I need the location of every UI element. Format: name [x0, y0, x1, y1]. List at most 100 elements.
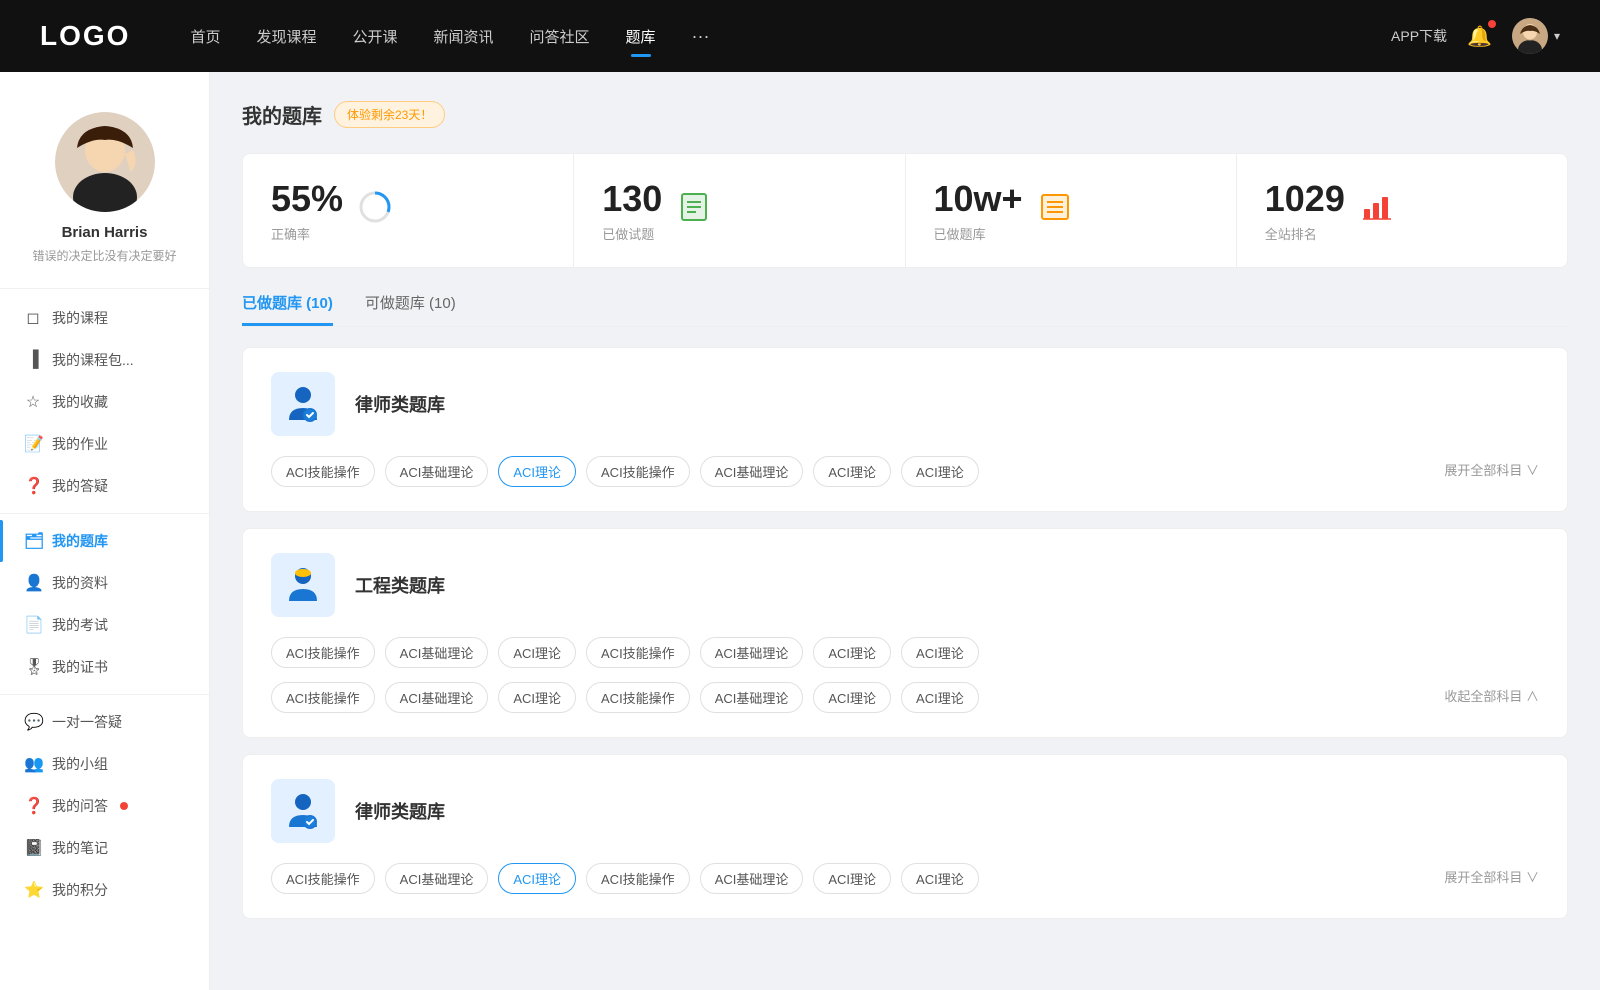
nav-news[interactable]: 新闻资讯	[434, 22, 494, 51]
profile-name: Brian Harris	[16, 224, 193, 241]
tag-1r2-3[interactable]: ACI技能操作	[586, 682, 690, 713]
notification-bell[interactable]: 🔔	[1467, 24, 1492, 49]
rank-label: 全站排名	[1265, 224, 1345, 243]
tag-1-4[interactable]: ACI基础理论	[700, 637, 804, 668]
stat-accuracy-info: 55% 正确率	[271, 178, 343, 243]
user-avatar-menu[interactable]: ▾	[1512, 18, 1560, 54]
logo[interactable]: LOGO	[40, 20, 130, 52]
tags-row-2b: ACI技能操作 ACI基础理论 ACI理论 ACI技能操作 ACI基础理论 AC…	[271, 678, 1539, 713]
tag-2-1[interactable]: ACI基础理论	[385, 863, 489, 894]
sidebar-item-my-questions[interactable]: ❓ 我的问答	[0, 785, 209, 827]
sidebar-item-certificate[interactable]: 🎖 我的证书	[0, 646, 209, 688]
menu-divider-2	[0, 694, 209, 695]
tag-1r2-2[interactable]: ACI理论	[498, 682, 576, 713]
lawyer-bank-name-2: 律师类题库	[355, 798, 445, 824]
sidebar-item-group[interactable]: 👥 我的小组	[0, 743, 209, 785]
lawyer-bank-icon-2	[271, 779, 335, 843]
collapse-link-2[interactable]: 收起全部科目 ∧	[1444, 686, 1539, 705]
menu-divider-1	[0, 513, 209, 514]
tags-container-2b: ACI技能操作 ACI基础理论 ACI理论 ACI技能操作 ACI基础理论 AC…	[271, 682, 979, 713]
nav-qa[interactable]: 问答社区	[530, 22, 590, 51]
tag-2-0[interactable]: ACI技能操作	[271, 863, 375, 894]
tags-container-1: ACI技能操作 ACI基础理论 ACI理论 ACI技能操作 ACI基础理论 AC…	[271, 456, 979, 487]
expand-link-1[interactable]: 展开全部科目 ∨	[1444, 460, 1539, 479]
chevron-down-icon: ▾	[1554, 29, 1560, 43]
sidebar-menu: ◻ 我的课程 ▐ 我的课程包... ☆ 我的收藏 📝 我的作业 ❓ 我的答疑 🗂	[0, 289, 209, 919]
tag-1r2-5[interactable]: ACI理论	[813, 682, 891, 713]
accuracy-value: 55%	[271, 178, 343, 220]
tag-2-3[interactable]: ACI技能操作	[586, 863, 690, 894]
stat-done-banks: 10w+ 已做题库	[906, 154, 1237, 267]
sidebar: Brian Harris 错误的决定比没有决定要好 ◻ 我的课程 ▐ 我的课程包…	[0, 72, 210, 990]
question-badge	[120, 802, 128, 810]
nav-more[interactable]: ···	[692, 22, 710, 51]
lawyer-bank-name-1: 律师类题库	[355, 391, 445, 417]
sidebar-item-points[interactable]: ⭐ 我的积分	[0, 869, 209, 911]
nav-home[interactable]: 首页	[190, 22, 220, 51]
banks-label: 已做题库	[934, 224, 1023, 243]
tag-1r2-0[interactable]: ACI技能操作	[271, 682, 375, 713]
sidebar-item-course-packages[interactable]: ▐ 我的课程包...	[0, 339, 209, 381]
sidebar-item-tutoring[interactable]: 💬 一对一答疑	[0, 701, 209, 743]
user-avatar	[1512, 18, 1548, 54]
notification-badge	[1488, 20, 1496, 28]
bank-card-engineer: 工程类题库 ACI技能操作 ACI基础理论 ACI理论 ACI技能操作 ACI基…	[242, 528, 1568, 738]
trial-badge: 体验剩余23天！	[334, 101, 445, 128]
sidebar-item-notes[interactable]: 📓 我的笔记	[0, 827, 209, 869]
sidebar-item-exam[interactable]: 📄 我的考试	[0, 604, 209, 646]
sidebar-item-favorites[interactable]: ☆ 我的收藏	[0, 381, 209, 423]
engineer-bank-icon	[271, 553, 335, 617]
nav-discover[interactable]: 发现课程	[256, 22, 316, 51]
tag-1-2[interactable]: ACI理论	[498, 637, 576, 668]
tag-0-1[interactable]: ACI基础理论	[385, 456, 489, 487]
tag-0-6[interactable]: ACI理论	[901, 456, 979, 487]
tutoring-icon: 💬	[24, 712, 42, 732]
tag-0-2[interactable]: ACI理论	[498, 456, 576, 487]
sidebar-item-my-courses[interactable]: ◻ 我的课程	[0, 297, 209, 339]
sidebar-item-homework[interactable]: 📝 我的作业	[0, 423, 209, 465]
nav-question-bank[interactable]: 题库	[626, 22, 656, 51]
rank-value: 1029	[1265, 178, 1345, 220]
profile-motto: 错误的决定比没有决定要好	[16, 247, 193, 264]
tag-1r2-1[interactable]: ACI基础理论	[385, 682, 489, 713]
tag-2-2[interactable]: ACI理论	[498, 863, 576, 894]
tag-0-5[interactable]: ACI理论	[813, 456, 891, 487]
stat-done-info: 130 已做试题	[602, 178, 662, 243]
question-icon: ❓	[24, 796, 42, 816]
tab-done-banks[interactable]: 已做题库 (10)	[242, 292, 333, 326]
tags-container-3: ACI技能操作 ACI基础理论 ACI理论 ACI技能操作 ACI基础理论 AC…	[271, 863, 979, 894]
tag-1-6[interactable]: ACI理论	[901, 637, 979, 668]
profile-avatar[interactable]	[55, 112, 155, 212]
banks-value: 10w+	[934, 178, 1023, 220]
tag-0-3[interactable]: ACI技能操作	[586, 456, 690, 487]
bank-card-header-1: 律师类题库	[271, 372, 1539, 436]
tab-available-banks[interactable]: 可做题库 (10)	[365, 292, 456, 326]
engineer-bank-name: 工程类题库	[355, 572, 445, 598]
stat-accuracy: 55% 正确率	[243, 154, 574, 267]
exam-icon: 📄	[24, 615, 42, 635]
sidebar-item-qa[interactable]: ❓ 我的答疑	[0, 465, 209, 507]
nav-open-course[interactable]: 公开课	[352, 22, 397, 51]
bank-card-header-2: 工程类题库	[271, 553, 1539, 617]
tag-2-4[interactable]: ACI基础理论	[700, 863, 804, 894]
header: LOGO 首页 发现课程 公开课 新闻资讯 问答社区 题库 ··· APP下载 …	[0, 0, 1600, 72]
notes-icon: 📓	[24, 838, 42, 858]
expand-link-3[interactable]: 展开全部科目 ∨	[1444, 867, 1539, 886]
tag-2-5[interactable]: ACI理论	[813, 863, 891, 894]
tag-1-1[interactable]: ACI基础理论	[385, 637, 489, 668]
tag-1-0[interactable]: ACI技能操作	[271, 637, 375, 668]
group-icon: 👥	[24, 754, 42, 774]
bank-card-header-3: 律师类题库	[271, 779, 1539, 843]
tag-1r2-6[interactable]: ACI理论	[901, 682, 979, 713]
sidebar-item-profile[interactable]: 👤 我的资料	[0, 562, 209, 604]
tags-row-1: ACI技能操作 ACI基础理论 ACI理论 ACI技能操作 ACI基础理论 AC…	[271, 452, 1539, 487]
chart-icon	[1361, 191, 1393, 230]
app-download-button[interactable]: APP下载	[1391, 26, 1447, 46]
tag-0-0[interactable]: ACI技能操作	[271, 456, 375, 487]
tag-1-3[interactable]: ACI技能操作	[586, 637, 690, 668]
tag-1r2-4[interactable]: ACI基础理论	[700, 682, 804, 713]
tag-0-4[interactable]: ACI基础理论	[700, 456, 804, 487]
tag-1-5[interactable]: ACI理论	[813, 637, 891, 668]
tag-2-6[interactable]: ACI理论	[901, 863, 979, 894]
sidebar-item-question-bank[interactable]: 🗂 我的题库	[0, 520, 209, 562]
